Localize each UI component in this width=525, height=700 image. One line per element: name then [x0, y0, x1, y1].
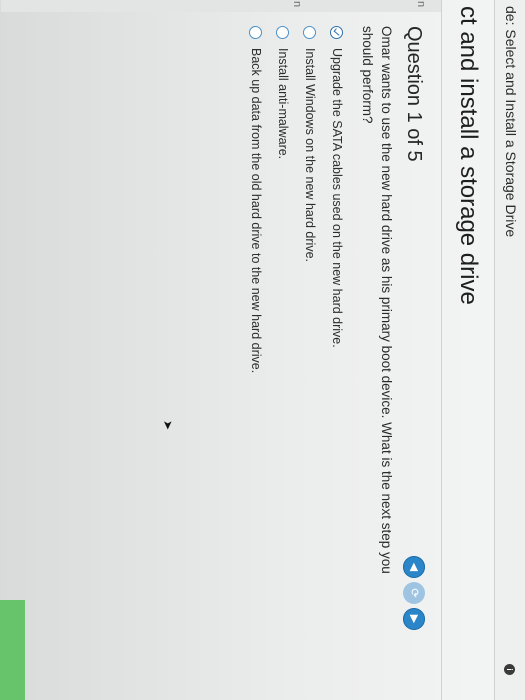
answer-option-label: Install Windows on the new hard drive. [303, 48, 317, 262]
screen: de: Select and Install a Storage Drive i… [0, 0, 525, 700]
answer-option-label: Back up data from the old hard drive to … [249, 48, 263, 374]
question-number: Question 1 of 5 [403, 26, 425, 162]
answer-option[interactable]: Upgrade the SATA cables used on the new … [330, 26, 344, 626]
breadcrumb: de: Select and Install a Storage Drive [503, 6, 519, 238]
answer-option-label: Install anti-malware. [276, 48, 290, 160]
status-band [0, 600, 25, 700]
question-text: Omar wants to use the new hard drive as … [360, 26, 394, 574]
answer-option[interactable]: Install Windows on the new hard drive. [303, 26, 317, 626]
sidebar-text-fragment: n [291, 1, 303, 8]
page-title: ct and install a storage drive [455, 6, 482, 305]
page-header: ct and install a storage drive [441, 0, 494, 700]
radio-icon[interactable] [276, 26, 290, 39]
question-panel: Question 1 of 5 Omar wants to use the ne… [236, 26, 425, 626]
mouse-cursor-icon: ➤ [161, 420, 175, 431]
sidebar-text-fragment: n [415, 1, 427, 8]
answer-option[interactable]: Install anti-malware. [276, 26, 290, 626]
answer-option[interactable]: Back up data from the old hard drive to … [249, 26, 263, 626]
info-icon[interactable]: i [504, 664, 515, 675]
title-bar: de: Select and Install a Storage Drive i [494, 0, 525, 700]
selected-radio-icon[interactable] [330, 26, 344, 39]
left-panel-edge: n n [1, 0, 441, 12]
radio-icon[interactable] [303, 26, 317, 39]
radio-icon[interactable] [249, 26, 263, 39]
answer-option-label: Upgrade the SATA cables used on the new … [330, 48, 344, 348]
